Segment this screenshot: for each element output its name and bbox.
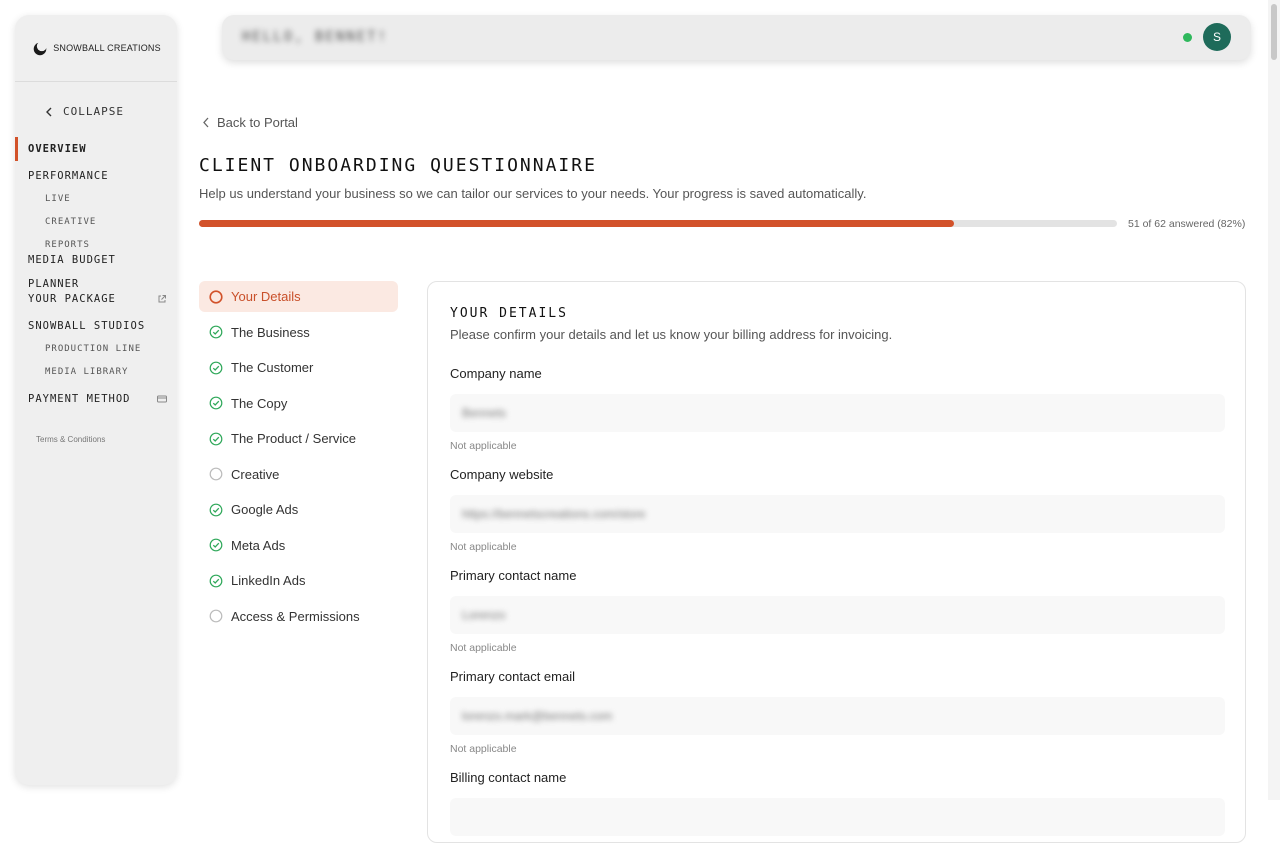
section-item-google-ads[interactable]: Google Ads bbox=[199, 494, 398, 525]
section-item-label: The Business bbox=[231, 324, 310, 340]
section-item-label: The Customer bbox=[231, 360, 314, 375]
check-circle-icon bbox=[209, 361, 223, 374]
primary-contact-name-field: Primary contact name Lorenzo Not applica… bbox=[450, 568, 1225, 654]
billing-contact-name-input[interactable] bbox=[450, 798, 1225, 836]
field-value: Bennets bbox=[462, 406, 507, 420]
sidebar-item-media-library[interactable]: MEDIA LIBRARY bbox=[15, 361, 177, 384]
section-item-the-customer[interactable]: The Customer bbox=[199, 352, 398, 383]
progress-bar-fill bbox=[199, 220, 955, 227]
credit-card-icon bbox=[157, 395, 167, 403]
section-item-label: Access & Permissions bbox=[231, 608, 360, 624]
section-item-the-product-service[interactable]: The Product / Service bbox=[199, 423, 398, 454]
sidebar-item-label: OVERVIEW bbox=[28, 143, 87, 155]
progress-bar bbox=[199, 220, 1117, 227]
check-circle-icon bbox=[209, 432, 223, 445]
sidebar-item-label: PERFORMANCE bbox=[28, 170, 109, 182]
section-item-linkedin-ads[interactable]: LinkedIn Ads bbox=[199, 565, 398, 596]
field-label: Company name bbox=[450, 366, 542, 381]
logo-text: SNOWBALL CREATIONS bbox=[53, 43, 161, 53]
section-item-meta-ads[interactable]: Meta Ads bbox=[199, 530, 398, 561]
collapse-label: COLLAPSE bbox=[63, 105, 124, 118]
check-circle-icon bbox=[209, 325, 223, 339]
sidebar-item-label: SNOWBALL STUDIOS bbox=[28, 320, 146, 332]
primary-contact-email-field: Primary contact email lorenzo.mark@benne… bbox=[450, 669, 1225, 755]
check-circle-icon bbox=[209, 396, 223, 410]
field-hint: Not applicable bbox=[450, 743, 517, 755]
company-name-field: Company name Bennets Not applicable bbox=[450, 366, 1225, 452]
sidebar-item-payment-method[interactable]: PAYMENT METHOD bbox=[15, 387, 177, 411]
company-name-input[interactable]: Bennets bbox=[450, 394, 1225, 432]
field-hint: Not applicable bbox=[450, 440, 517, 452]
section-item-your-details[interactable]: Your Details bbox=[199, 281, 398, 312]
back-to-portal-link[interactable]: Back to Portal bbox=[202, 115, 298, 130]
field-label: Billing contact name bbox=[450, 770, 567, 785]
section-item-the-copy[interactable]: The Copy bbox=[199, 388, 398, 419]
sidebar: SNOWBALL CREATIONS COLLAPSE OVERVIEW PER… bbox=[15, 15, 177, 785]
check-circle-icon bbox=[209, 538, 223, 552]
company-website-field: Company website https://bennetscreations… bbox=[450, 467, 1225, 553]
section-item-label: The Product / Service bbox=[231, 431, 356, 446]
sidebar-item-production-line[interactable]: PRODUCTION LINE bbox=[15, 338, 177, 361]
page-scrollbar[interactable] bbox=[1268, 0, 1280, 800]
field-label: Company website bbox=[450, 467, 554, 482]
card-description: Please confirm your details and let us k… bbox=[450, 327, 893, 342]
field-label: Primary contact name bbox=[450, 568, 577, 583]
scrollbar-thumb[interactable] bbox=[1271, 4, 1277, 60]
field-value: lorenzo.mark@bennets.com bbox=[462, 709, 613, 723]
field-label: Primary contact email bbox=[450, 669, 575, 684]
greeting-text: HELLO, BENNET! bbox=[242, 29, 389, 45]
sidebar-item-snowball-studios[interactable]: SNOWBALL STUDIOS bbox=[15, 314, 177, 338]
section-item-label: Google Ads bbox=[231, 502, 299, 517]
empty-circle-icon bbox=[209, 609, 223, 623]
section-item-access-permissions[interactable]: Access & Permissions bbox=[199, 601, 398, 632]
section-item-label: Creative bbox=[231, 466, 280, 482]
sidebar-item-performance[interactable]: PERFORMANCE bbox=[15, 164, 177, 188]
avatar[interactable]: S bbox=[1203, 23, 1231, 51]
field-value: https://bennetscreations.com/store bbox=[462, 507, 646, 521]
your-details-card: YOUR DETAILS Please confirm your details… bbox=[427, 281, 1246, 843]
field-value: Lorenzo bbox=[462, 608, 506, 622]
terms-link[interactable]: Terms & Conditions bbox=[36, 435, 105, 444]
company-website-input[interactable]: https://bennetscreations.com/store bbox=[450, 495, 1225, 533]
top-bar: HELLO, BENNET! S bbox=[222, 15, 1251, 60]
section-item-label: Meta Ads bbox=[231, 537, 286, 553]
chevron-left-icon bbox=[203, 117, 209, 128]
sidebar-item-overview[interactable]: OVERVIEW bbox=[15, 137, 177, 161]
active-circle-icon bbox=[209, 289, 223, 304]
field-hint: Not applicable bbox=[450, 541, 517, 553]
section-item-the-business[interactable]: The Business bbox=[199, 317, 398, 348]
progress-text: 51 of 62 answered (82%) bbox=[1128, 218, 1246, 230]
page-title: CLIENT ONBOARDING QUESTIONNAIRE bbox=[199, 155, 597, 176]
section-item-label: The Copy bbox=[231, 395, 288, 411]
external-link-icon bbox=[158, 295, 166, 303]
section-list: Your Details The Business The Customer T… bbox=[199, 281, 398, 636]
check-circle-icon bbox=[209, 574, 223, 587]
section-item-creative[interactable]: Creative bbox=[199, 459, 398, 490]
logo[interactable]: SNOWBALL CREATIONS bbox=[15, 15, 177, 82]
chevron-left-icon bbox=[46, 107, 52, 116]
online-status-indicator bbox=[1183, 33, 1192, 42]
billing-contact-name-field: Billing contact name bbox=[450, 770, 1225, 836]
sidebar-nav: OVERVIEW PERFORMANCE LIVE CREATIVE REPOR… bbox=[15, 137, 177, 411]
sidebar-item-label: YOUR PACKAGE bbox=[28, 293, 116, 305]
sidebar-item-creative[interactable]: CREATIVE bbox=[15, 211, 177, 234]
sidebar-item-your-package[interactable]: YOUR PACKAGE bbox=[15, 287, 177, 311]
field-hint: Not applicable bbox=[450, 642, 517, 654]
snowball-logo-icon bbox=[33, 41, 47, 56]
section-item-label: Your Details bbox=[231, 289, 301, 304]
section-item-label: LinkedIn Ads bbox=[231, 573, 306, 588]
sidebar-item-label: PAYMENT METHOD bbox=[28, 393, 131, 405]
page-subtitle: Help us understand your business so we c… bbox=[199, 186, 867, 201]
back-link-label: Back to Portal bbox=[217, 115, 298, 130]
primary-contact-name-input[interactable]: Lorenzo bbox=[450, 596, 1225, 634]
sidebar-item-live[interactable]: LIVE bbox=[15, 188, 177, 211]
collapse-button[interactable]: COLLAPSE bbox=[45, 105, 124, 118]
card-title: YOUR DETAILS bbox=[450, 306, 568, 321]
sidebar-item-media-budget-planner[interactable]: MEDIA BUDGET PLANNER bbox=[15, 254, 177, 290]
check-circle-icon bbox=[209, 503, 223, 516]
primary-contact-email-input[interactable]: lorenzo.mark@bennets.com bbox=[450, 697, 1225, 735]
empty-circle-icon bbox=[209, 467, 223, 481]
